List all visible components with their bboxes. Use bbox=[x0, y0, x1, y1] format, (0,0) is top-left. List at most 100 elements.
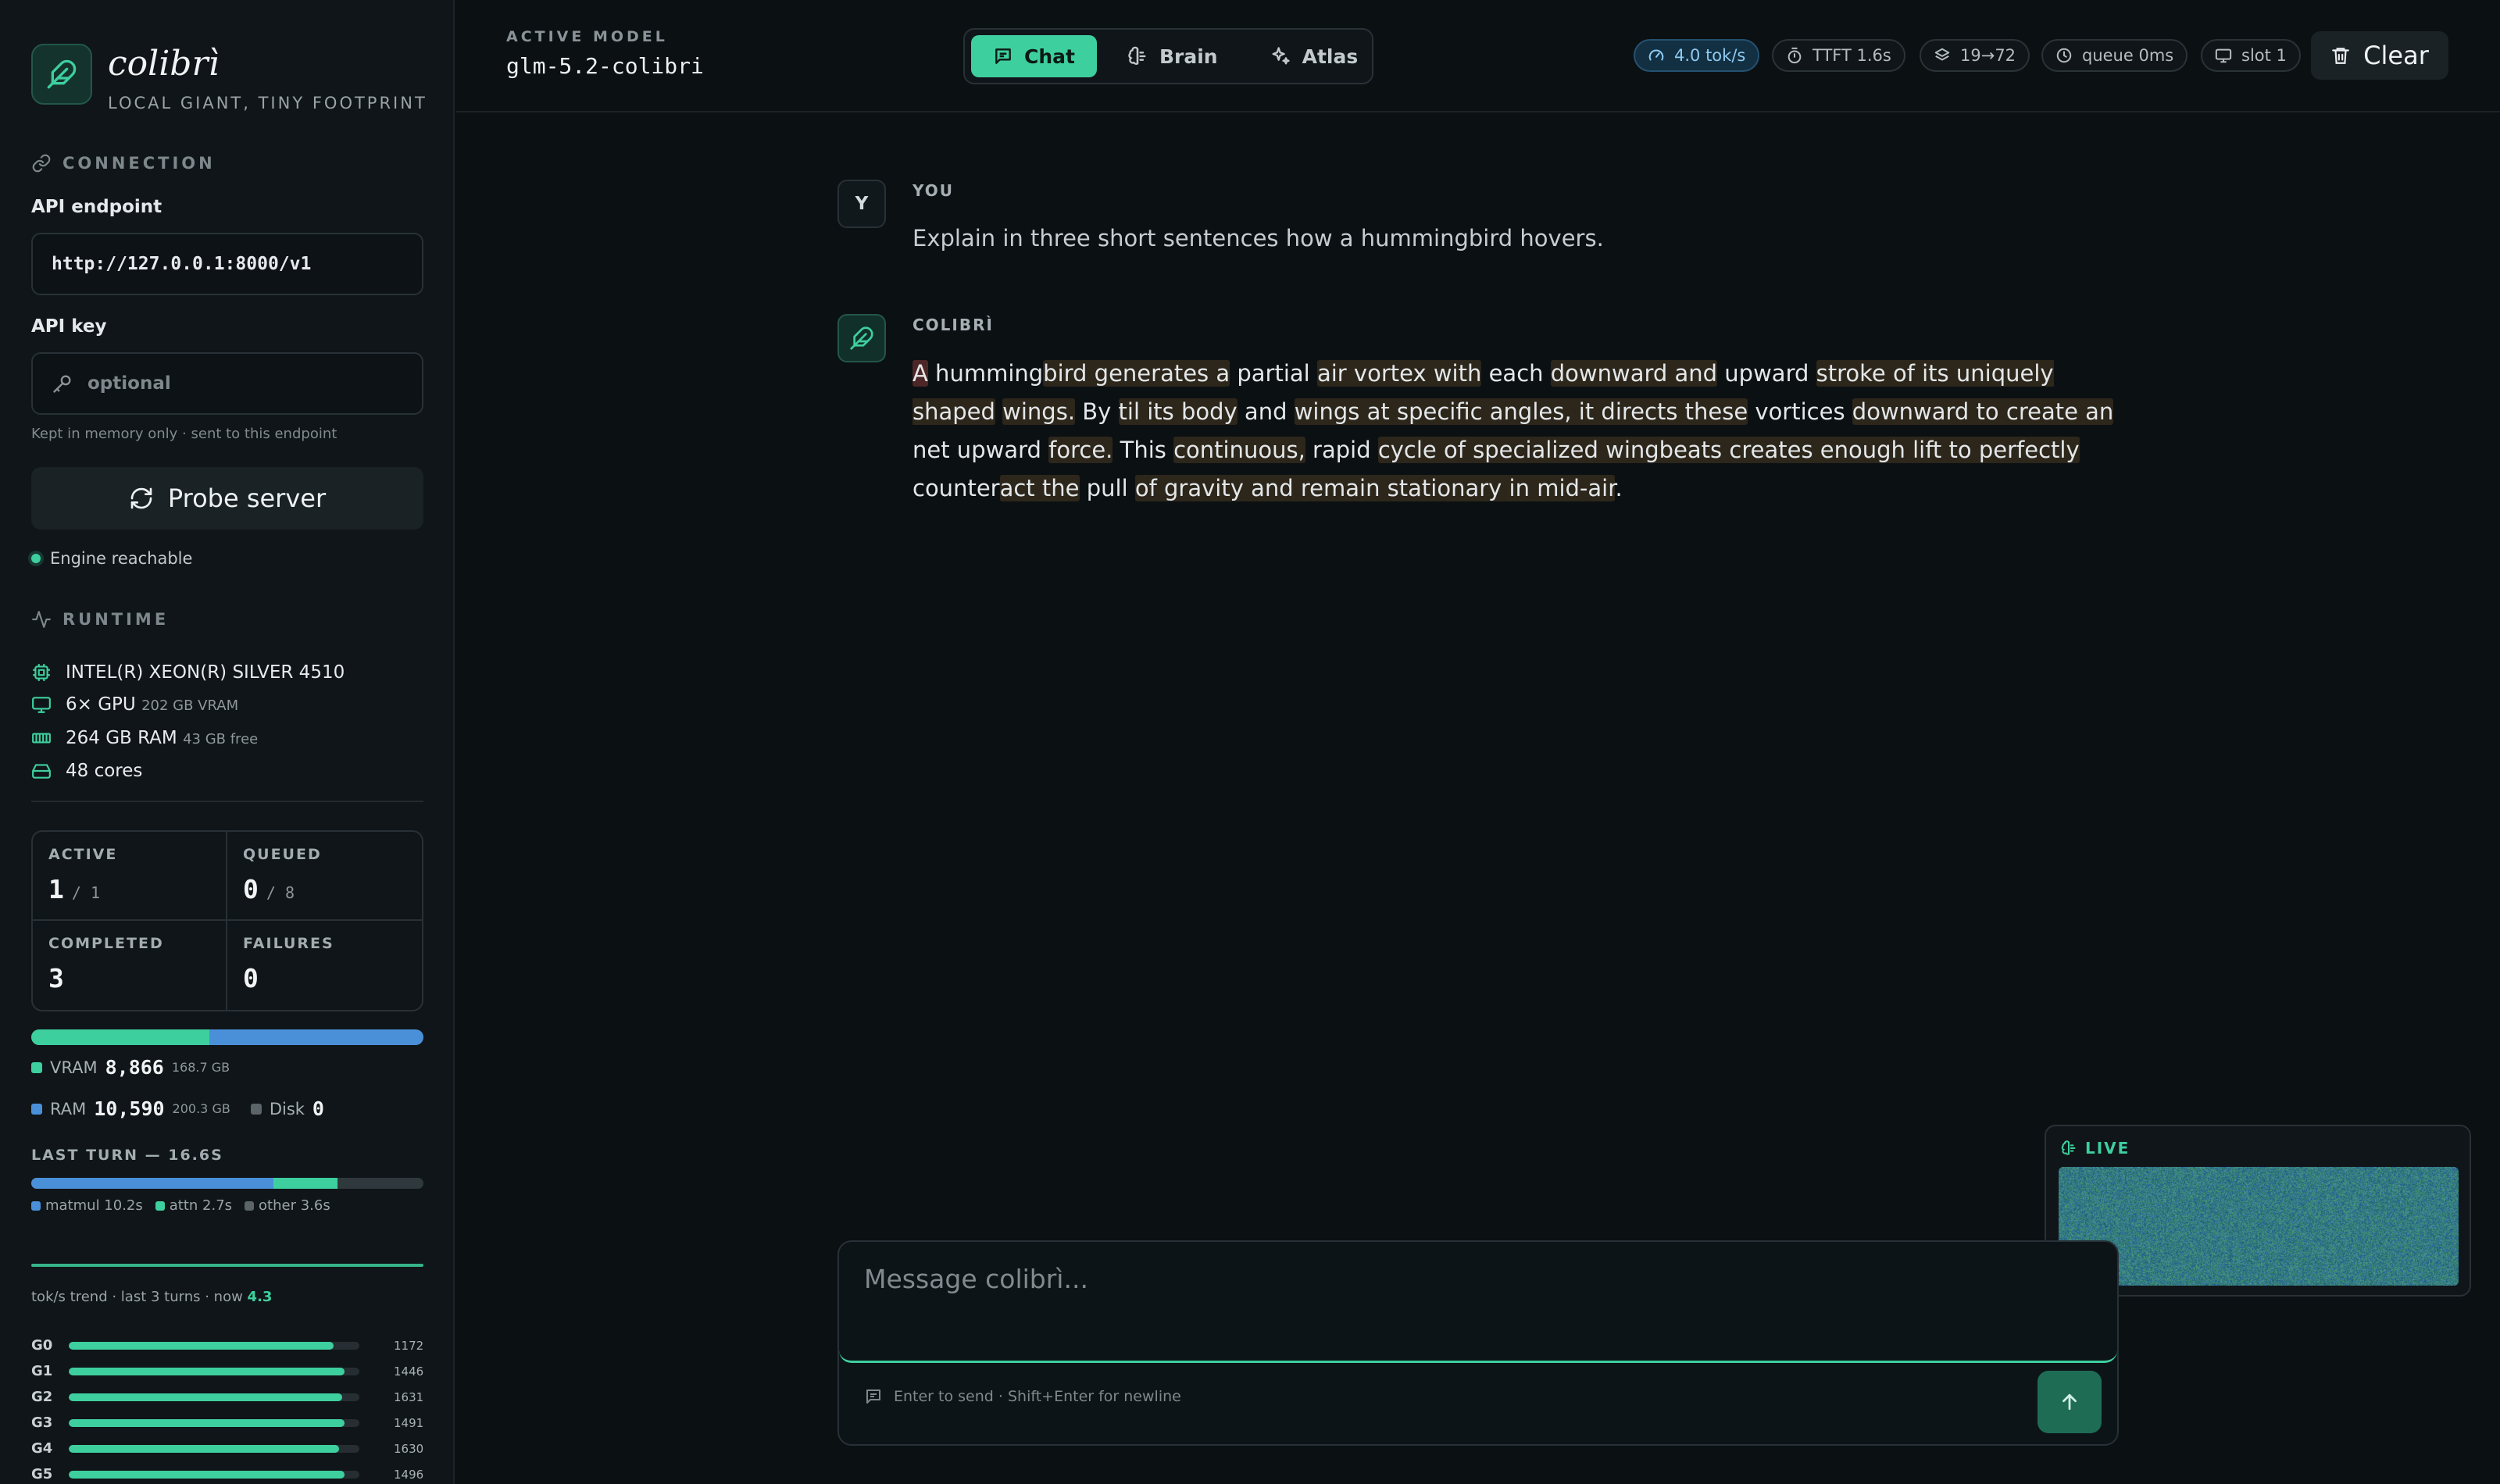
view-tabs: Chat Brain Atlas bbox=[963, 28, 1373, 84]
disk-value: 0 bbox=[312, 1097, 324, 1120]
tab-atlas[interactable]: Atlas bbox=[1248, 35, 1380, 77]
answer-token: wings. bbox=[1002, 398, 1076, 425]
probe-label: Probe server bbox=[167, 483, 327, 513]
vram-label: VRAM bbox=[50, 1058, 98, 1077]
completed-value: 3 bbox=[48, 963, 64, 993]
active-stat: ACTIVE 1 / 1 bbox=[33, 832, 227, 921]
api-key-hint: Kept in memory only · sent to this endpo… bbox=[31, 426, 338, 442]
arrow-up-icon bbox=[2058, 1390, 2081, 1414]
api-key-field[interactable]: optional bbox=[31, 352, 423, 415]
feather-logo-icon bbox=[31, 44, 92, 105]
answer-token: act the bbox=[999, 475, 1080, 501]
link-icon bbox=[31, 153, 52, 173]
matmul-text: matmul 10.2s bbox=[45, 1197, 143, 1214]
completed-stat: COMPLETED 3 bbox=[33, 921, 227, 1010]
user-avatar: Y bbox=[838, 180, 886, 228]
status-dot bbox=[31, 554, 41, 563]
attn-segment bbox=[273, 1178, 338, 1189]
ram-legend: RAM 10,590 200.3 GB Disk 0 bbox=[31, 1097, 324, 1120]
message-input[interactable] bbox=[839, 1242, 2117, 1363]
probe-server-button[interactable]: Probe server bbox=[31, 467, 423, 530]
composer-hint-text: Enter to send · Shift+Enter for newline bbox=[894, 1388, 1181, 1405]
clock-icon bbox=[2055, 47, 2073, 64]
engine-status-text: Engine reachable bbox=[50, 549, 193, 568]
gpu-row-g0: G0 1172 bbox=[31, 1337, 423, 1354]
queued-value: 0 bbox=[243, 874, 259, 904]
api-key-placeholder: optional bbox=[88, 373, 171, 394]
live-header: LIVE bbox=[2060, 1139, 2130, 1158]
ttft-badge: TTFT 1.6s bbox=[1772, 39, 1905, 72]
tok-trend-now: 4.3 bbox=[247, 1289, 273, 1305]
gpu-name: G4 bbox=[31, 1440, 53, 1457]
gpu-name: G5 bbox=[31, 1466, 53, 1482]
sidebar: colibrì LOCAL GIANT, TINY FOOTPRINT CONN… bbox=[0, 0, 455, 1484]
answer-token: continuous, bbox=[1173, 437, 1305, 463]
answer-token: downward to create an bbox=[1852, 398, 2114, 425]
gpu-name: G3 bbox=[31, 1414, 53, 1431]
assistant-message: COLIBRÌ A hummingbird generates a partia… bbox=[838, 314, 2166, 517]
active-label: ACTIVE bbox=[48, 846, 118, 863]
ram-free: 43 GB free bbox=[183, 731, 259, 747]
gpu-row-g5: G5 1496 bbox=[31, 1466, 423, 1482]
cpu-icon bbox=[31, 662, 52, 683]
queued-stat: QUEUED 0 / 8 bbox=[227, 832, 422, 921]
gpu-value: 1630 bbox=[394, 1441, 424, 1456]
clear-button[interactable]: Clear bbox=[2311, 31, 2448, 80]
ram-label: RAM bbox=[50, 1099, 87, 1118]
active-model-label: ACTIVE MODEL bbox=[506, 28, 668, 45]
ram-swatch bbox=[31, 1103, 42, 1115]
send-button[interactable] bbox=[2038, 1371, 2102, 1433]
other-text: other 3.6s bbox=[259, 1197, 330, 1214]
user-name: YOU bbox=[912, 181, 955, 200]
live-label: LIVE bbox=[2085, 1139, 2130, 1158]
failures-stat: FAILURES 0 bbox=[227, 921, 422, 1010]
user-message: Y YOU Explain in three short sentences h… bbox=[838, 180, 2119, 258]
last-turn-title: LAST TURN — 16.6S bbox=[31, 1147, 223, 1164]
active-total: / 1 bbox=[71, 883, 100, 902]
endpoint-label: API endpoint bbox=[31, 197, 162, 217]
assistant-name: COLIBRÌ bbox=[912, 316, 994, 334]
gpu-value: 1446 bbox=[394, 1364, 424, 1379]
tab-chat[interactable]: Chat bbox=[971, 35, 1097, 77]
trash-icon bbox=[2330, 45, 2351, 66]
screen-icon bbox=[2215, 47, 2232, 64]
cores-count: 48 cores bbox=[66, 761, 143, 781]
last-turn-legend: matmul 10.2s attn 2.7s other 3.6s bbox=[31, 1197, 330, 1214]
queue-value: queue 0ms bbox=[2082, 46, 2174, 65]
engine-status: Engine reachable bbox=[31, 549, 192, 568]
speed-value: 4.0 tok/s bbox=[1674, 46, 1746, 65]
key-icon bbox=[52, 373, 73, 394]
endpoint-field[interactable]: http://127.0.0.1:8000/v1 bbox=[31, 233, 423, 295]
tab-brain-label: Brain bbox=[1159, 45, 1218, 68]
brand-tagline: LOCAL GIANT, TINY FOOTPRINT bbox=[108, 94, 427, 112]
tab-brain[interactable]: Brain bbox=[1105, 35, 1240, 77]
active-model-name: glm-5.2-colibri bbox=[506, 53, 704, 79]
gpu-usage-fill bbox=[69, 1341, 334, 1350]
brain-icon bbox=[2060, 1140, 2077, 1157]
stats-grid: ACTIVE 1 / 1 QUEUED 0 / 8 COMPLETED 3 FAIL… bbox=[31, 830, 423, 1011]
vram-swatch bbox=[31, 1061, 42, 1073]
gpu-usage-track bbox=[69, 1367, 359, 1375]
sparkles-icon bbox=[1270, 45, 1291, 67]
timer-icon bbox=[1786, 47, 1803, 64]
tok-trend-caption: tok/s trend · last 3 turns · now 4.3 bbox=[31, 1289, 272, 1305]
memory-icon bbox=[31, 728, 52, 748]
cpu-row: INTEL(R) XEON(R) SILVER 4510 bbox=[31, 662, 345, 683]
slot-badge: slot 1 bbox=[2201, 39, 2301, 72]
gpu-row-g3: G3 1491 bbox=[31, 1414, 423, 1431]
brand-name: colibrì bbox=[108, 44, 220, 84]
connection-title: CONNECTION bbox=[62, 154, 216, 173]
api-key-label: API key bbox=[31, 316, 107, 337]
active-value: 1 bbox=[48, 874, 64, 904]
clear-label: Clear bbox=[2363, 41, 2429, 70]
vram-total: 168.7 GB bbox=[171, 1060, 230, 1075]
gpu-value: 1491 bbox=[394, 1415, 424, 1430]
other-segment bbox=[338, 1178, 423, 1189]
gpu-name: G1 bbox=[31, 1363, 53, 1379]
disk-swatch bbox=[250, 1103, 262, 1115]
gpu-usage-track bbox=[69, 1393, 359, 1401]
tab-atlas-label: Atlas bbox=[1302, 45, 1359, 68]
completed-label: COMPLETED bbox=[48, 935, 164, 952]
tokens-badge: 19→72 bbox=[1920, 39, 2030, 72]
top-bar: ACTIVE MODEL glm-5.2-colibri Chat Brain … bbox=[456, 0, 2500, 112]
